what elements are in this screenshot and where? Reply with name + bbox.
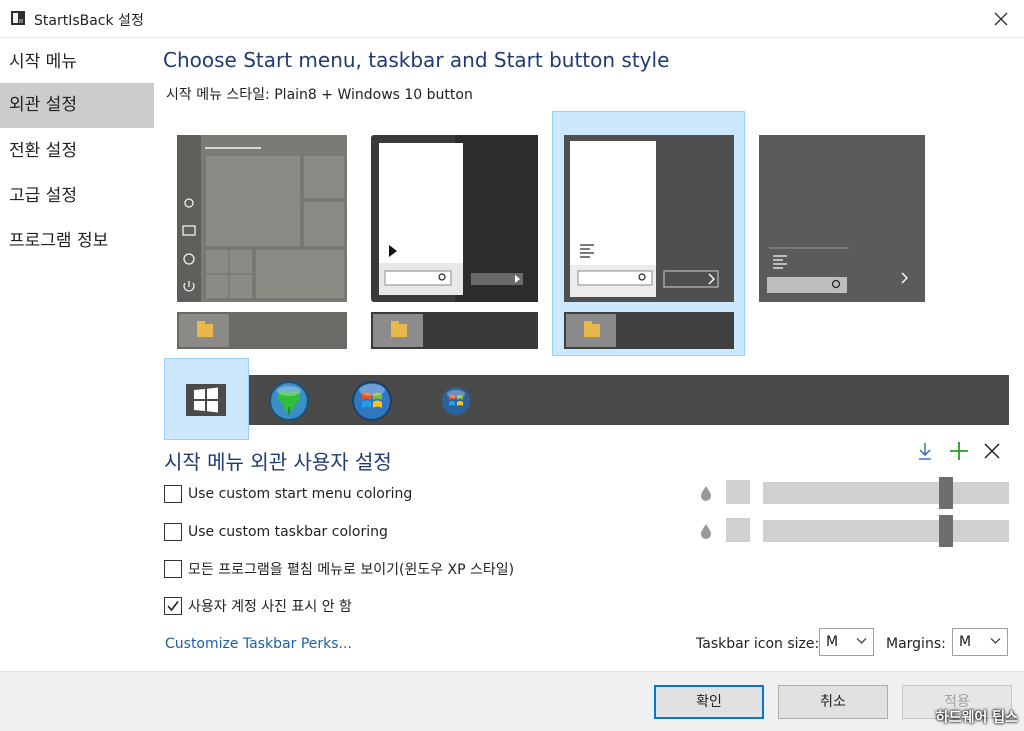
sidebar-item-start-menu[interactable]: 시작 메뉴 [0, 40, 154, 85]
windows10-style-preview-icon [177, 135, 347, 349]
add-button[interactable] [948, 440, 970, 462]
taskbar-icon-size-value: M [826, 634, 839, 650]
import-button[interactable] [914, 440, 936, 462]
taskbar-color-swatch[interactable] [726, 518, 750, 542]
opacity-drop-icon [701, 524, 711, 539]
windows10-logo-icon [186, 384, 226, 416]
plain8-style-preview-icon [564, 135, 734, 349]
checkmark-icon [167, 601, 179, 612]
start-menu-opacity-slider[interactable] [763, 477, 1009, 509]
custom-taskbar-coloring-checkbox[interactable] [164, 523, 182, 541]
style-value: Plain8 + Windows 10 button [274, 87, 473, 103]
windows8-style-preview-icon [759, 135, 925, 302]
start-menu-color-swatch[interactable] [726, 480, 750, 504]
windows7-orb-icon [352, 381, 392, 421]
slider-thumb[interactable] [939, 477, 953, 509]
sidebar-item-about[interactable]: 프로그램 정보 [0, 219, 154, 264]
start-button-option-windows10[interactable] [186, 384, 226, 416]
style-label: 시작 메뉴 스타일: [166, 87, 270, 103]
custom-taskbar-coloring-option[interactable]: Use custom taskbar coloring [164, 521, 388, 543]
title-bar: StartIsBack 설정 [0, 0, 1024, 38]
sidebar-item-advanced[interactable]: 고급 설정 [0, 174, 154, 219]
remove-button[interactable] [981, 440, 1003, 462]
margins-value: M [959, 634, 972, 650]
windows7-style-preview-icon [371, 135, 538, 349]
watermark: 하드웨어 팁스 [935, 710, 1018, 726]
sidebar-item-appearance[interactable]: 외관 설정 [0, 83, 154, 128]
chevron-down-icon [990, 638, 1001, 644]
cascade-all-programs-option[interactable]: 모든 프로그램을 펼침 메뉴로 보이기(윈도우 XP 스타일) [164, 558, 514, 580]
ok-button[interactable]: 확인 [654, 685, 764, 719]
window-title: StartIsBack 설정 [34, 13, 144, 29]
taskbar-opacity-slider[interactable] [763, 515, 1009, 547]
style-option-windows10[interactable] [177, 135, 347, 350]
sidebar-item-switching[interactable]: 전환 설정 [0, 129, 154, 174]
style-option-plain8[interactable] [564, 135, 734, 350]
dialog-footer: 확인 취소 적용 하드웨어 팁스 [0, 671, 1024, 731]
start-button-option-windows7[interactable] [350, 379, 394, 423]
main-panel: Choose Start menu, taskbar and Start but… [154, 38, 1024, 671]
margins-select[interactable]: M [952, 628, 1008, 656]
taskbar-icon-size-label: Taskbar icon size: [696, 636, 820, 652]
hide-user-picture-checkbox[interactable] [164, 597, 182, 615]
opacity-drop-icon [701, 486, 711, 501]
hide-user-picture-option[interactable]: 사용자 계정 사진 표시 안 함 [164, 595, 352, 617]
taskbar-icon-size-select[interactable]: M [819, 628, 874, 656]
style-option-windows7[interactable] [371, 135, 538, 350]
windows-orb-small-icon [442, 387, 470, 415]
close-icon [994, 12, 1008, 26]
sidebar: 시작 메뉴 외관 설정 전환 설정 고급 설정 프로그램 정보 [0, 38, 154, 671]
window-close-button[interactable] [978, 0, 1024, 38]
app-icon [11, 11, 25, 25]
custom-start-menu-coloring-option[interactable]: Use custom start menu coloring [164, 483, 412, 505]
close-icon [984, 443, 1000, 459]
slider-thumb[interactable] [939, 515, 953, 547]
hide-user-picture-label: 사용자 계정 사진 표시 안 함 [188, 599, 352, 615]
start-button-option-windows-small[interactable] [440, 385, 472, 417]
style-label-line: 시작 메뉴 스타일: Plain8 + Windows 10 button [166, 84, 473, 104]
custom-taskbar-coloring-label: Use custom taskbar coloring [188, 524, 388, 540]
clover-orb-icon [269, 381, 309, 421]
cascade-all-programs-label: 모든 프로그램을 펼침 메뉴로 보이기(윈도우 XP 스타일) [188, 562, 515, 578]
style-option-windows8[interactable] [759, 135, 925, 303]
custom-start-menu-coloring-checkbox[interactable] [164, 485, 182, 503]
custom-start-menu-coloring-label: Use custom start menu coloring [188, 486, 413, 502]
download-icon [919, 443, 931, 460]
add-icon [950, 442, 968, 460]
customize-section-title: 시작 메뉴 외관 사용자 설정 [164, 450, 392, 474]
start-button-option-clover[interactable] [267, 379, 311, 423]
cascade-all-programs-checkbox[interactable] [164, 560, 182, 578]
cancel-button[interactable]: 취소 [778, 685, 888, 719]
margins-label: Margins: [886, 636, 946, 652]
customize-taskbar-perks-link[interactable]: Customize Taskbar Perks... [165, 636, 352, 652]
chevron-down-icon [856, 638, 867, 644]
page-title: Choose Start menu, taskbar and Start but… [163, 48, 670, 72]
